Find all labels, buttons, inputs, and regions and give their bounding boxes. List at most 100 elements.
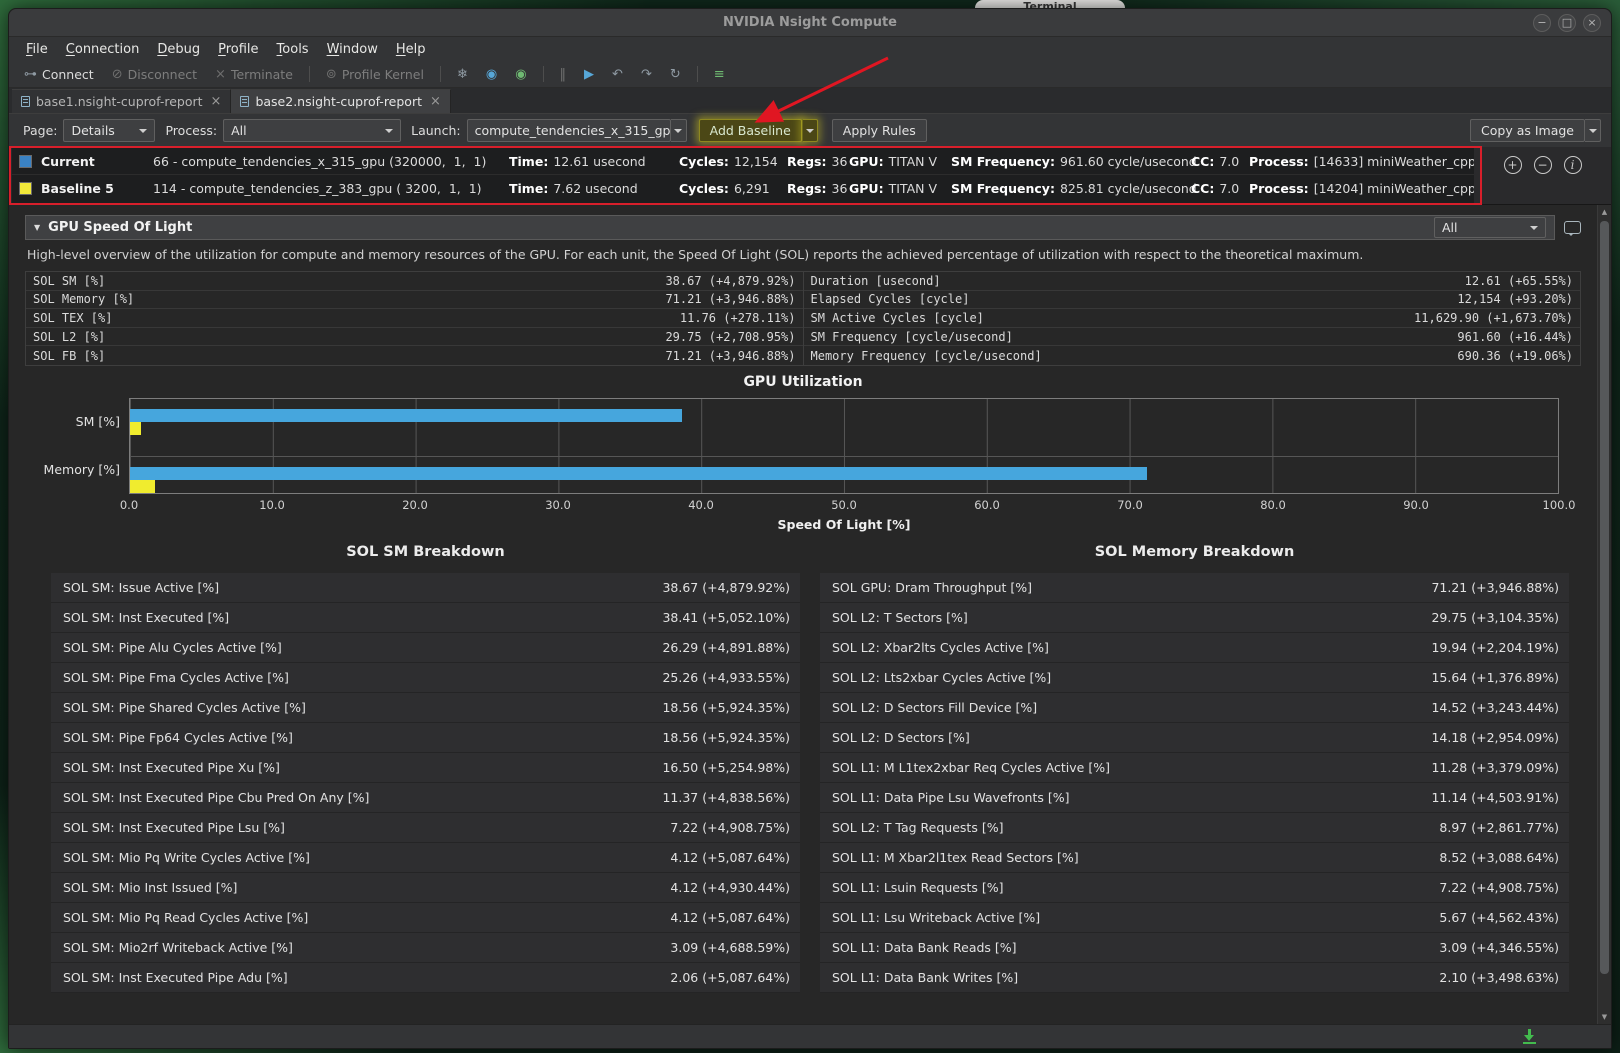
metric-row[interactable]: SM Active Cycles [cycle] 11,629.90 (+1,6…	[804, 309, 1581, 328]
section-filter-select[interactable]: All	[1434, 217, 1546, 238]
table-row[interactable]: SOL L1: M L1tex2xbar Req Cycles Active […	[820, 753, 1569, 783]
collapse-arrow-icon[interactable]: ▼	[34, 223, 40, 232]
metric-name: SOL L2: T Sectors [%]	[832, 610, 1419, 625]
menu-file[interactable]: File	[17, 40, 57, 59]
connect-button[interactable]: ⊶ Connect	[17, 65, 101, 84]
menu-connection[interactable]: Connection	[57, 40, 149, 59]
metric-name: SOL SM: Mio2rf Writeback Active [%]	[63, 940, 658, 955]
table-row[interactable]: SOL SM: Inst Executed Pipe Lsu [%] 7.22 …	[51, 813, 800, 843]
metric-row[interactable]: SOL SM [%] 38.67 (+4,879.92%)	[26, 272, 803, 291]
table-row[interactable]: SOL SM: Pipe Shared Cycles Active [%] 18…	[51, 693, 800, 723]
table-row[interactable]: SOL SM: Issue Active [%] 38.67 (+4,879.9…	[51, 573, 800, 603]
step-in-button[interactable]: ↶	[605, 65, 630, 84]
resume-button[interactable]: ▶	[577, 65, 601, 84]
comment-bubble-icon[interactable]	[1564, 221, 1581, 234]
table-row[interactable]: SOL L2: T Tag Requests [%] 8.97 (+2,861.…	[820, 813, 1569, 843]
tab-close-icon[interactable]: ×	[430, 94, 441, 109]
table-row[interactable]: SOL L1: Lsu Writeback Active [%] 5.67 (+…	[820, 903, 1569, 933]
gpu-sol-section-header[interactable]: ▼ GPU Speed Of Light All	[25, 215, 1555, 240]
table-row[interactable]: SOL SM: Inst Executed Pipe Xu [%] 16.50 …	[51, 753, 800, 783]
metric-row[interactable]: SOL Memory [%] 71.21 (+3,946.88%)	[26, 291, 803, 310]
sm-baseline-bar	[130, 422, 141, 435]
menu-window[interactable]: Window	[318, 40, 387, 59]
step-out-button[interactable]: ↻	[663, 65, 688, 84]
auto-profile-button[interactable]: ◉	[479, 65, 504, 84]
add-baseline-dropdown-arrow[interactable]	[802, 119, 818, 142]
expand-all-icon[interactable]: +	[1504, 156, 1522, 174]
baseline-comparison-panel: Current 66 - compute_tendencies_x_315_gp…	[9, 147, 1611, 204]
terminate-button[interactable]: × Terminate	[208, 65, 300, 84]
metric-name: SM Active Cycles [cycle]	[811, 311, 1415, 325]
metric-details-button[interactable]: ≡	[707, 65, 732, 84]
metric-row[interactable]: SOL L2 [%] 29.75 (+2,708.95%)	[26, 328, 803, 347]
table-row[interactable]: SOL L1: M Xbar2l1tex Read Sectors [%] 8.…	[820, 843, 1569, 873]
menu-help[interactable]: Help	[387, 40, 435, 59]
table-row[interactable]: SOL L2: T Sectors [%] 29.75 (+3,104.35%)	[820, 603, 1569, 633]
apply-rules-button[interactable]: Apply Rules	[832, 119, 927, 142]
table-row[interactable]: SOL L1: Data Pipe Lsu Wavefronts [%] 11.…	[820, 783, 1569, 813]
table-row[interactable]: SOL L2: D Sectors Fill Device [%] 14.52 …	[820, 693, 1569, 723]
add-baseline-button[interactable]: Add Baseline	[699, 119, 802, 142]
menu-tools[interactable]: Tools	[268, 40, 318, 59]
profile-series-button[interactable]: ◉	[508, 65, 533, 84]
table-row[interactable]: SOL SM: Mio Pq Read Cycles Active [%] 4.…	[51, 903, 800, 933]
disconnect-button[interactable]: ⊘ Disconnect	[105, 65, 204, 84]
scroll-down-icon[interactable]: ▼	[1598, 1010, 1611, 1024]
baseline-row-current[interactable]: Current 66 - compute_tendencies_x_315_gp…	[12, 148, 1474, 175]
pause-button[interactable]: ‖	[553, 65, 574, 84]
vertical-scrollbar[interactable]: ▲ ▼	[1597, 205, 1611, 1024]
table-row[interactable]: SOL L1: Data Bank Reads [%] 3.09 (+4,346…	[820, 933, 1569, 963]
table-row[interactable]: SOL SM: Inst Executed [%] 38.41 (+5,052.…	[51, 603, 800, 633]
titlebar[interactable]: NVIDIA Nsight Compute − □ ×	[9, 9, 1611, 37]
menu-debug[interactable]: Debug	[148, 40, 209, 59]
copy-as-image-dropdown-arrow[interactable]	[1585, 119, 1601, 142]
metric-row[interactable]: Duration [usecond] 12.61 (+65.55%)	[804, 272, 1581, 291]
launch-select[interactable]: compute_tendencies_x_315_gpu	[467, 119, 671, 142]
metric-row[interactable]: Elapsed Cycles [cycle] 12,154 (+93.20%)	[804, 291, 1581, 310]
download-icon[interactable]	[1522, 1029, 1537, 1044]
close-icon[interactable]: ×	[1583, 14, 1601, 32]
table-row[interactable]: SOL SM: Mio Inst Issued [%] 4.12 (+4,930…	[51, 873, 800, 903]
y-label-memory: Memory [%]	[25, 446, 129, 494]
scrollbar-thumb[interactable]	[1600, 221, 1609, 974]
table-row[interactable]: SOL SM: Pipe Fp64 Cycles Active [%] 18.5…	[51, 723, 800, 753]
table-row[interactable]: SOL SM: Pipe Alu Cycles Active [%] 26.29…	[51, 633, 800, 663]
table-row[interactable]: SOL SM: Inst Executed Pipe Cbu Pred On A…	[51, 783, 800, 813]
minimize-icon[interactable]: −	[1533, 14, 1551, 32]
table-row[interactable]: SOL SM: Mio2rf Writeback Active [%] 3.09…	[51, 933, 800, 963]
metric-row[interactable]: Memory Frequency [cycle/usecond] 690.36 …	[804, 346, 1581, 365]
window-title: NVIDIA Nsight Compute	[723, 15, 897, 30]
metric-row[interactable]: SOL TEX [%] 11.76 (+278.11%)	[26, 309, 803, 328]
table-row[interactable]: SOL L1: Data Bank Writes [%] 2.10 (+3,49…	[820, 963, 1569, 993]
launch-select-arrow[interactable]	[671, 119, 687, 142]
metric-name: SOL SM: Pipe Fp64 Cycles Active [%]	[63, 730, 650, 745]
info-icon[interactable]: i	[1564, 156, 1582, 174]
table-row[interactable]: SOL L2: Lts2xbar Cycles Active [%] 15.64…	[820, 663, 1569, 693]
tab-close-icon[interactable]: ×	[211, 94, 222, 109]
metric-row[interactable]: SOL FB [%] 71.21 (+3,946.88%)	[26, 346, 803, 365]
metric-row[interactable]: SM Frequency [cycle/usecond] 961.60 (+16…	[804, 328, 1581, 347]
table-row[interactable]: SOL L1: Lsuin Requests [%] 7.22 (+4,908.…	[820, 873, 1569, 903]
baseline-row-baseline5[interactable]: Baseline 5 114 - compute_tendencies_z_38…	[12, 175, 1474, 202]
process-select[interactable]: All	[223, 119, 401, 142]
maximize-icon[interactable]: □	[1558, 14, 1576, 32]
table-row[interactable]: SOL L2: Xbar2lts Cycles Active [%] 19.94…	[820, 633, 1569, 663]
collapse-all-icon[interactable]: −	[1534, 156, 1552, 174]
table-row[interactable]: SOL GPU: Dram Throughput [%] 71.21 (+3,9…	[820, 573, 1569, 603]
table-row[interactable]: SOL SM: Mio Pq Write Cycles Active [%] 4…	[51, 843, 800, 873]
page-select[interactable]: Details	[63, 119, 155, 142]
tab-base1-report[interactable]: base1.nsight-cuprof-report ×	[12, 89, 231, 113]
profile-kernel-button[interactable]: ⊚ Profile Kernel	[319, 65, 431, 84]
tab-base2-report[interactable]: base2.nsight-cuprof-report ×	[231, 89, 450, 113]
step-over-button[interactable]: ↷	[634, 65, 659, 84]
table-row[interactable]: SOL SM: Inst Executed Pipe Adu [%] 2.06 …	[51, 963, 800, 993]
metric-value: 26.29 (+4,891.88%)	[662, 640, 790, 655]
menu-profile[interactable]: Profile	[209, 40, 267, 59]
metric-value: 11.37 (+4,838.56%)	[662, 790, 790, 805]
table-row[interactable]: SOL L2: D Sectors [%] 14.18 (+2,954.09%)	[820, 723, 1569, 753]
scroll-up-icon[interactable]: ▲	[1598, 205, 1611, 219]
freeze-api-button[interactable]: ❄	[450, 65, 475, 84]
copy-as-image-button[interactable]: Copy as Image	[1470, 119, 1585, 142]
table-row[interactable]: SOL SM: Pipe Fma Cycles Active [%] 25.26…	[51, 663, 800, 693]
stat-value: 36	[832, 181, 848, 196]
